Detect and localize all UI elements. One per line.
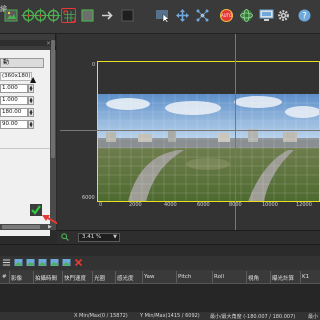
gear-icon[interactable] <box>276 8 291 23</box>
column-header[interactable]: 光圈 <box>94 274 105 282</box>
param-row[interactable]: 1.000 ▲ ▼ <box>0 84 40 94</box>
status-angle-range: 最小/最大角度 (-180.007 / 180.007) <box>210 314 296 320</box>
column-divider <box>142 271 143 283</box>
column-divider <box>212 271 213 283</box>
param-field[interactable]: 90.00 <box>0 120 28 129</box>
column-divider <box>92 271 93 283</box>
spinner-icon[interactable]: ▲ ▼ <box>28 120 34 129</box>
column-header[interactable]: 影像 <box>11 274 22 282</box>
param-field[interactable]: 1.000 <box>0 96 28 105</box>
param-row[interactable]: 180.00 ▲ ▼ <box>0 108 40 118</box>
column-header[interactable]: Yaw <box>144 274 154 280</box>
menu-icon[interactable] <box>2 258 11 267</box>
image-icon[interactable] <box>50 258 59 267</box>
chevron-down-icon[interactable]: ▼ <box>111 234 119 241</box>
column-header[interactable]: 快門速度 <box>64 274 86 282</box>
network-icon[interactable] <box>195 8 210 23</box>
spinner-icon[interactable]: ▲ ▼ <box>28 84 34 93</box>
param-field[interactable]: 180.00 <box>0 108 28 117</box>
panel-divider <box>0 148 50 149</box>
help-icon[interactable]: ? <box>297 8 312 23</box>
image-icon[interactable] <box>62 258 71 267</box>
image-icon[interactable] <box>26 258 35 267</box>
image-list-rows[interactable] <box>0 284 320 312</box>
mouse-cursor-icon: ▲ <box>30 75 37 84</box>
monitor-icon[interactable] <box>259 8 274 23</box>
panel-horizontal-thumb[interactable] <box>2 225 40 229</box>
column-divider <box>246 271 247 283</box>
param-row[interactable]: 1.000 ▲ ▼ <box>0 96 40 106</box>
scroll-right-icon[interactable]: ▶ <box>48 224 54 230</box>
auto-icon[interactable]: AUTO <box>219 8 234 23</box>
y-tick-label: 0 <box>92 62 96 68</box>
vertical-guide-line[interactable] <box>235 34 236 230</box>
square-icon[interactable] <box>80 8 95 23</box>
pointer-icon[interactable] <box>155 8 170 23</box>
status-x-range: X Min/Max(0 / 15872) <box>74 313 128 319</box>
spinner-icon[interactable]: ▲ ▼ <box>28 108 34 117</box>
delete-icon[interactable] <box>74 258 83 267</box>
x-tick-label: 8000 <box>229 202 242 208</box>
column-header[interactable]: 曝光計算 <box>272 274 294 282</box>
horizontal-guide-line[interactable] <box>60 130 320 131</box>
image-add-icon[interactable] <box>4 8 19 23</box>
zoom-icon[interactable] <box>61 233 69 241</box>
target-crosshair-icon[interactable] <box>46 8 61 23</box>
param-row[interactable]: 90.00 ▲ ▼ <box>0 120 40 130</box>
x-tick-label: 0 <box>99 202 103 208</box>
spinner-icon[interactable]: ▲ ▼ <box>28 96 34 105</box>
x-tick-label: 6000 <box>197 202 210 208</box>
grid-select-icon[interactable] <box>61 8 76 23</box>
image-list-toolbar <box>0 256 320 270</box>
column-divider <box>33 271 34 283</box>
column-divider <box>270 271 271 283</box>
dark-square-icon[interactable] <box>120 8 135 23</box>
apply-button[interactable]: 動 <box>0 58 44 68</box>
panel-body: 動 (360x180) ▲ 1.000 ▲ ▼ 1.000 ▲ ▼ 180.00 ▲… <box>0 50 50 236</box>
panel-scroll-thumb[interactable] <box>51 40 55 158</box>
x-tick-label: 10000 <box>262 202 278 208</box>
panorama-frame <box>97 61 320 202</box>
column-header[interactable]: 感光度 <box>117 274 134 282</box>
column-divider <box>9 271 10 283</box>
column-header[interactable]: # <box>2 274 7 280</box>
column-divider <box>176 271 177 283</box>
column-header[interactable]: 拍攝時間 <box>35 274 57 282</box>
x-tick-label: 4000 <box>164 202 177 208</box>
column-header[interactable]: K1 <box>302 274 309 280</box>
column-divider <box>300 271 301 283</box>
sphere-icon[interactable] <box>239 8 254 23</box>
image-icon[interactable] <box>38 258 47 267</box>
x-tick-label: 12000 <box>296 202 312 208</box>
column-header[interactable]: 視角 <box>248 274 259 282</box>
arrow-right-icon[interactable] <box>100 8 115 23</box>
x-tick-label: 2000 <box>129 202 142 208</box>
y-tick-label: 6000 <box>82 195 95 201</box>
svg-text:?: ? <box>302 12 307 22</box>
column-header[interactable]: Roll <box>214 274 224 280</box>
param-field[interactable]: 1.000 <box>0 84 28 93</box>
output-size-field[interactable]: (360x180) <box>0 72 32 81</box>
move-icon[interactable] <box>175 8 190 23</box>
image-icon[interactable] <box>14 258 23 267</box>
svg-text:AUTO: AUTO <box>221 13 232 18</box>
status-bar: X Min/Max(0 / 15872) Y Min/Max(1415 / 60… <box>0 312 320 320</box>
status-y-range: Y Min/Max(1415 / 6092) <box>140 313 200 319</box>
column-divider <box>62 271 63 283</box>
column-divider <box>115 271 116 283</box>
status-extra: 最小 <box>308 314 319 320</box>
column-header[interactable]: Pitch <box>178 274 191 280</box>
